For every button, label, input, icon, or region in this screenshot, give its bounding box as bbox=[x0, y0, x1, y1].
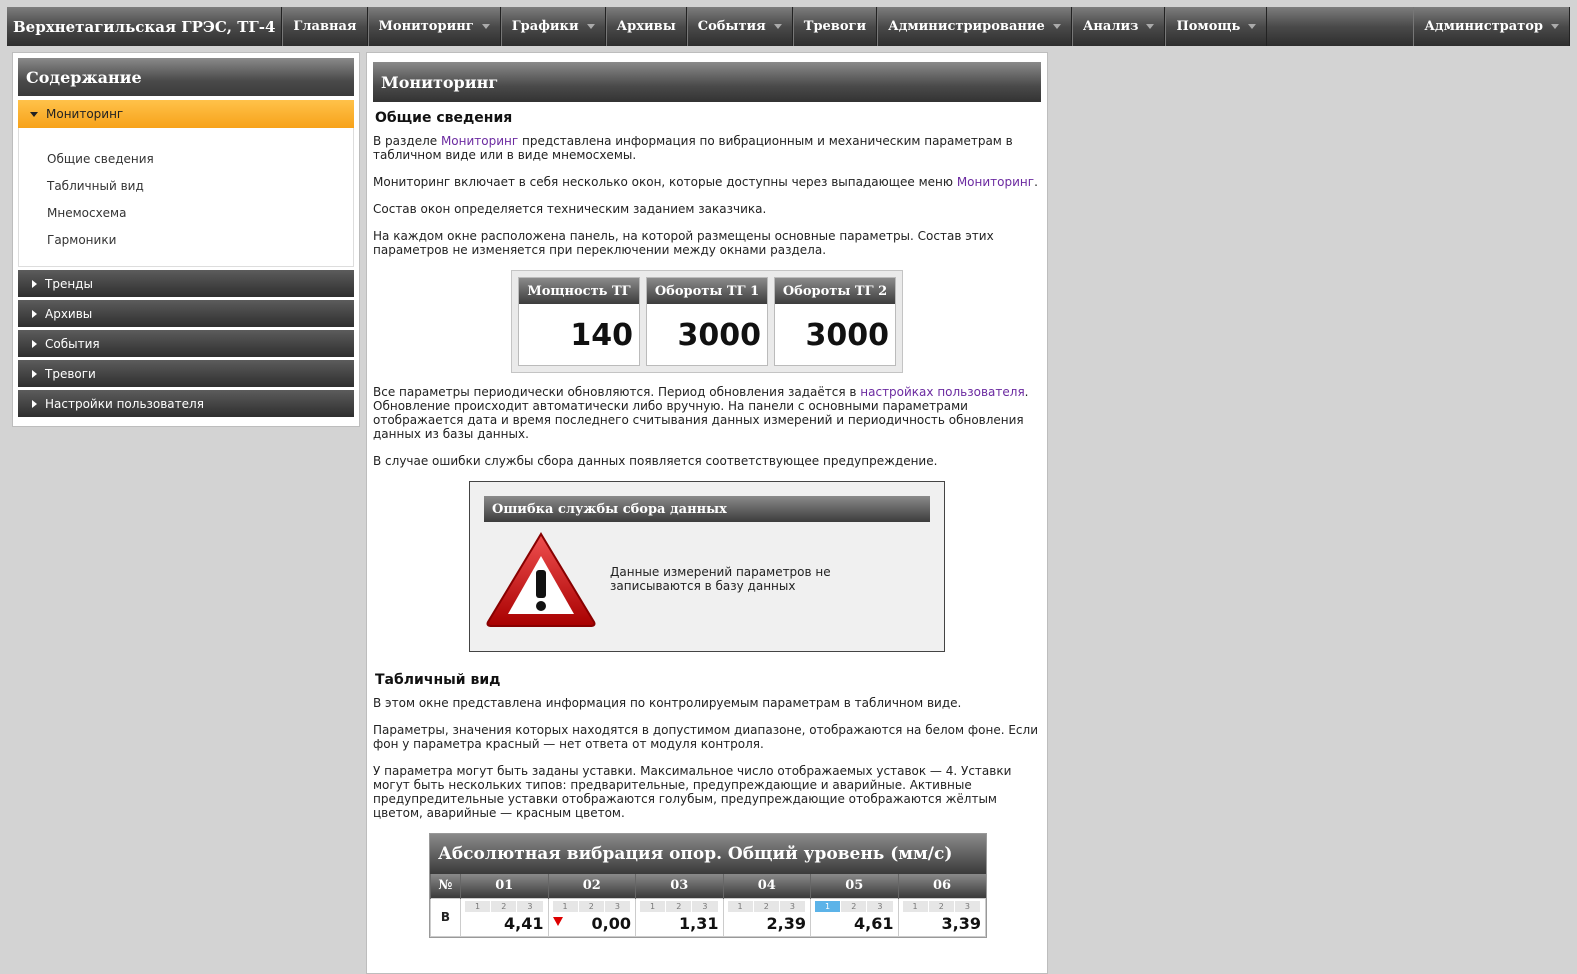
paragraph: Мониторинг включает в себя несколько око… bbox=[373, 175, 1038, 189]
expand-right-icon bbox=[32, 369, 37, 378]
nav-analysis[interactable]: Анализ bbox=[1071, 7, 1166, 46]
column-header: 05 bbox=[810, 874, 898, 898]
nav-administration[interactable]: Администрирование bbox=[877, 7, 1072, 46]
expand-down-icon bbox=[30, 111, 38, 117]
paragraph: В случае ошибки службы сбора данных появ… bbox=[373, 454, 938, 468]
paragraph: У параметра могут быть заданы уставки. М… bbox=[373, 764, 1012, 820]
sidebar-item-general[interactable]: Общие сведения bbox=[19, 146, 353, 173]
nav-graphs[interactable]: Графики bbox=[500, 7, 606, 46]
contents-sidebar: Содержание Мониторинг Общие сведения Таб… bbox=[12, 52, 360, 427]
nav-user[interactable]: Администратор bbox=[1413, 7, 1570, 46]
paragraph: В разделе Мониторинг представлена информ… bbox=[373, 134, 1013, 162]
paragraph: Параметры, значения которых находятся в … bbox=[373, 723, 1038, 751]
sidebar-section-trends[interactable]: Тренды bbox=[18, 270, 354, 297]
help-content: Мониторинг Общие сведения В разделе Мони… bbox=[366, 52, 1048, 974]
cell-value: 3,39 bbox=[941, 913, 981, 933]
heading-general: Общие сведения bbox=[375, 110, 513, 126]
table-row: В 123 4,41 123 0,00 123 1,31 123 2,39 1 … bbox=[430, 897, 986, 937]
chevron-down-icon bbox=[1052, 24, 1061, 29]
heading-table-view: Табличный вид bbox=[375, 672, 501, 688]
param-value: 3000 bbox=[677, 318, 762, 353]
column-header: 04 bbox=[722, 874, 811, 898]
chevron-down-icon bbox=[481, 24, 490, 29]
table-cell[interactable]: 123 4,61 bbox=[810, 897, 899, 937]
param-title: Обороты ТГ 2 bbox=[775, 278, 895, 304]
table-cell[interactable]: 123 0,00 bbox=[547, 897, 636, 937]
sidebar-section-events[interactable]: События bbox=[18, 330, 354, 357]
error-dialog-message: Данные измерений параметров не записываю… bbox=[610, 565, 831, 593]
sidebar-section-user-settings[interactable]: Настройки пользователя bbox=[18, 390, 354, 417]
column-header: 02 bbox=[547, 874, 636, 898]
setpoint-indicators: 123 bbox=[815, 900, 894, 912]
vibration-grid: № 01 02 03 04 05 06 В 123 4,41 1 2 3 0,0… bbox=[430, 874, 986, 937]
setpoint-indicators: 123 bbox=[552, 900, 632, 912]
chevron-down-icon bbox=[586, 24, 595, 29]
cell-value: 4,41 bbox=[504, 913, 544, 933]
column-header: 06 bbox=[897, 874, 986, 898]
vibration-table: Абсолютная вибрация опор. Общий уровень … bbox=[429, 833, 987, 938]
row-label: В bbox=[430, 897, 461, 937]
page-title: Мониторинг bbox=[373, 62, 1041, 102]
expand-right-icon bbox=[32, 279, 37, 288]
sidebar-section-archives[interactable]: Архивы bbox=[18, 300, 354, 327]
param-card-power: Мощность ТГ 140 bbox=[518, 277, 640, 366]
vibration-table-title: Абсолютная вибрация опор. Общий уровень … bbox=[430, 834, 986, 874]
nav-help[interactable]: Помощь bbox=[1165, 7, 1268, 46]
sidebar-item-harmonics[interactable]: Гармоники bbox=[19, 227, 353, 254]
table-cell[interactable]: 123 3,39 bbox=[897, 897, 986, 937]
nav-events[interactable]: События bbox=[686, 7, 793, 46]
sidebar-section-monitoring[interactable]: Мониторинг bbox=[18, 100, 354, 128]
chevron-down-icon bbox=[773, 24, 782, 29]
nav-archives[interactable]: Архивы bbox=[605, 7, 687, 46]
nav-alarms[interactable]: Тревоги bbox=[792, 7, 878, 46]
table-cell[interactable]: 123 2,39 bbox=[722, 897, 811, 937]
link-monitoring[interactable]: Мониторинг bbox=[441, 134, 518, 148]
expand-right-icon bbox=[32, 399, 37, 408]
sidebar-submenu: Общие сведения Табличный вид Мнемосхема … bbox=[18, 128, 354, 267]
sidebar-section-alarms[interactable]: Тревоги bbox=[18, 360, 354, 387]
sidebar-item-mnemo[interactable]: Мнемосхема bbox=[19, 200, 353, 227]
cell-value: 1,31 bbox=[679, 913, 719, 933]
chevron-down-icon bbox=[1248, 24, 1257, 29]
table-cell[interactable]: 123 4,41 bbox=[460, 897, 549, 937]
paragraph: В этом окне представлена информация по к… bbox=[373, 696, 962, 710]
paragraph: На каждом окне расположена панель, на ко… bbox=[373, 229, 994, 257]
param-title: Мощность ТГ bbox=[519, 278, 639, 304]
param-value: 3000 bbox=[805, 318, 890, 353]
setpoint-indicators: 123 bbox=[640, 900, 719, 912]
trend-down-icon bbox=[552, 916, 563, 926]
cell-value: 2,39 bbox=[766, 913, 806, 933]
setpoint-indicators: 123 bbox=[465, 900, 544, 912]
param-value: 140 bbox=[570, 318, 633, 353]
param-title: Обороты ТГ 1 bbox=[647, 278, 767, 304]
param-card-speed-1: Обороты ТГ 1 3000 bbox=[646, 277, 768, 366]
top-navbar: Верхнетагильская ГРЭС, ТГ-4 Главная Мони… bbox=[7, 7, 1570, 46]
column-header: № bbox=[430, 874, 461, 898]
column-header: 03 bbox=[635, 874, 723, 898]
column-header: 01 bbox=[460, 874, 548, 898]
error-dialog-example: Ошибка службы сбора данных Данные измере… bbox=[469, 481, 945, 652]
sidebar-title: Содержание bbox=[18, 58, 354, 96]
param-card-speed-2: Обороты ТГ 2 3000 bbox=[774, 277, 896, 366]
paragraph: Все параметры периодически обновляются. … bbox=[373, 385, 1029, 441]
main-params-panel: Мощность ТГ 140 Обороты ТГ 1 3000 Оборот… bbox=[511, 270, 903, 373]
paragraph: Состав окон определяется техническим зад… bbox=[373, 202, 767, 216]
expand-right-icon bbox=[32, 309, 37, 318]
warning-icon bbox=[486, 532, 596, 627]
chevron-down-icon bbox=[1146, 24, 1155, 29]
setpoint-indicators: 123 bbox=[902, 900, 982, 912]
app-brand[interactable]: Верхнетагильская ГРЭС, ТГ-4 bbox=[7, 7, 283, 46]
expand-right-icon bbox=[32, 339, 37, 348]
cell-value: 4,61 bbox=[854, 913, 894, 933]
sidebar-item-table-view[interactable]: Табличный вид bbox=[19, 173, 353, 200]
error-dialog-title: Ошибка службы сбора данных bbox=[484, 496, 930, 522]
link-monitoring-menu[interactable]: Мониторинг bbox=[957, 175, 1034, 189]
cell-value: 0,00 bbox=[591, 913, 631, 933]
setpoint-indicators: 123 bbox=[727, 900, 807, 912]
table-cell[interactable]: 123 1,31 bbox=[635, 897, 724, 937]
chevron-down-icon bbox=[1551, 24, 1559, 29]
nav-home[interactable]: Главная bbox=[282, 7, 368, 46]
nav-monitoring[interactable]: Мониторинг bbox=[367, 7, 501, 46]
link-user-settings[interactable]: настройках пользователя bbox=[860, 385, 1024, 399]
